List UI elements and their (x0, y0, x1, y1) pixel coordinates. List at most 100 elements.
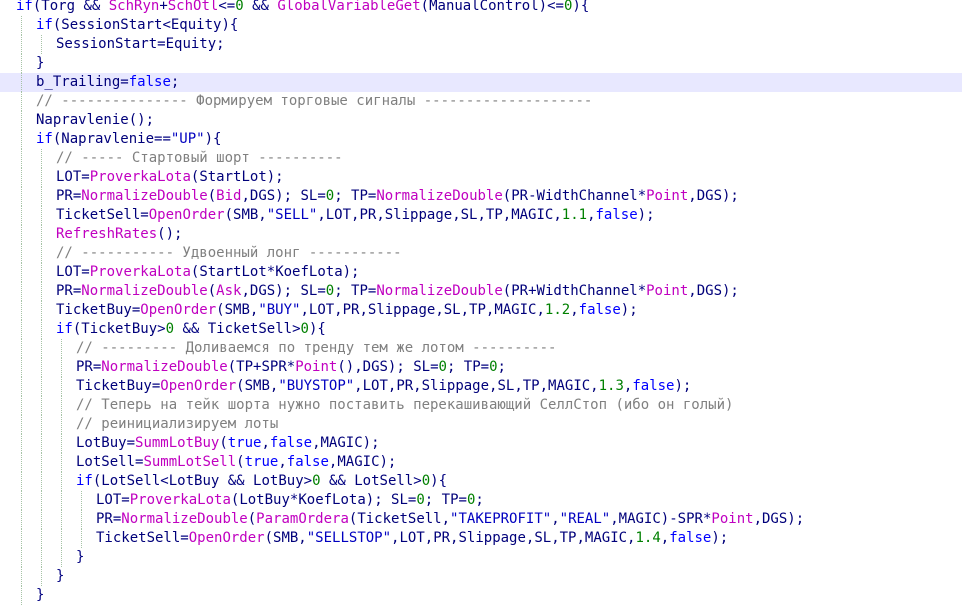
code-token: 0 (438, 359, 447, 375)
code-token: true (227, 435, 262, 451)
code-text: SessionStart=Equity; (56, 35, 225, 54)
code-line[interactable]: } (0, 586, 962, 605)
code-line[interactable]: } (0, 548, 962, 567)
code-line[interactable]: LotBuy=SummLotBuy(true,false,MAGIC); (0, 434, 962, 453)
code-line[interactable]: if(TicketBuy>0 && TicketSell>0){ (0, 320, 962, 339)
code-token: Ask (216, 283, 242, 299)
code-token: { (580, 0, 590, 14)
code-line[interactable]: LOT=ProverkaLota(StartLot*KoefLota); (0, 263, 962, 282)
code-token: , (587, 207, 596, 223)
code-token: ,MAGIC); (328, 454, 397, 470)
code-token: - (528, 188, 537, 204)
code-text: // --------- Доливаемся по тренду тем же… (76, 339, 556, 358)
code-text: PR=NormalizeDouble(ParamOrdera(TicketSel… (96, 510, 804, 529)
code-token: LotSell (76, 454, 136, 470)
code-line[interactable]: TicketBuy=OpenOrder(SMB,"BUYSTOP",LOT,PR… (0, 377, 962, 396)
code-line[interactable]: LOT=ProverkaLota(LotBuy*KoefLota); SL=0;… (0, 491, 962, 510)
code-token: + (159, 0, 168, 14)
indent-guide (21, 225, 22, 244)
code-token: WidthChannel (536, 283, 638, 299)
indent-guide (21, 92, 22, 111)
code-line[interactable]: } (0, 567, 962, 586)
code-line[interactable]: // --------- Доливаемся по тренду тем же… (0, 339, 962, 358)
code-token: "SELLSTOP" (306, 530, 392, 546)
code-token: // реинициализируем лоты (76, 416, 279, 432)
code-token: ,DGS); SL (241, 188, 318, 204)
indent-guide (41, 339, 42, 358)
indent-guide (41, 434, 42, 453)
code-token: (); (157, 226, 183, 242)
code-token: WidthChannel (536, 188, 638, 204)
code-token: Point (646, 188, 689, 204)
code-text: } (76, 548, 84, 567)
code-line[interactable]: if(Torg && SchRyn+SchOtl<=0 && GlobalVar… (0, 0, 962, 16)
code-token: (ManualControl) (420, 0, 548, 14)
code-token: RefreshRates (56, 226, 158, 242)
indent-guide (21, 415, 22, 434)
code-line[interactable]: PR=NormalizeDouble(Bid,DGS); SL=0; TP=No… (0, 187, 962, 206)
code-line[interactable]: // ----------- Удвоенный лонг ----------… (0, 244, 962, 263)
code-token: ProverkaLota (129, 492, 231, 508)
code-token: Napravlenie(); (36, 112, 155, 128)
code-token: SummLotSell (143, 454, 237, 470)
code-text: LOT=ProverkaLota(StartLot*KoefLota); (56, 263, 359, 282)
code-line[interactable]: Napravlenie(); (0, 111, 962, 130)
code-line[interactable]: PR=NormalizeDouble(TP+SPR*Point(),DGS); … (0, 358, 962, 377)
code-token: 0 (235, 0, 244, 14)
code-text: if(TicketBuy>0 && TicketSell>0){ (56, 320, 326, 339)
code-line[interactable]: if(SessionStart<Equity){ (0, 16, 962, 35)
code-token: (StartLot (190, 264, 267, 280)
code-line[interactable]: RefreshRates(); (0, 225, 962, 244)
code-text: TicketBuy=OpenOrder(SMB,"BUYSTOP",LOT,PR… (76, 377, 691, 396)
indent-guide (61, 472, 62, 491)
indent-guide (41, 320, 42, 339)
code-line[interactable]: SessionStart=Equity; (0, 35, 962, 54)
code-token: ); (620, 302, 638, 318)
code-line[interactable]: TicketSell=OpenOrder(SMB,"SELLSTOP",LOT,… (0, 529, 962, 548)
code-token: false (578, 302, 621, 318)
indent-guide (21, 130, 22, 149)
code-token: ,MAGIC); (312, 435, 380, 451)
code-line[interactable]: } (0, 54, 962, 73)
code-token: 1.2 (544, 302, 571, 318)
code-line[interactable]: // реинициализируем лоты (0, 415, 962, 434)
code-token: } (36, 55, 45, 71)
indent-guide (41, 206, 42, 225)
code-token: ) (204, 131, 214, 147)
code-text: TicketBuy=OpenOrder(SMB,"BUY",LOT,PR,Sli… (56, 301, 638, 320)
code-token: TicketBuy (76, 378, 152, 394)
code-token: if (16, 0, 33, 14)
code-token: ( (207, 188, 217, 204)
code-line[interactable]: LotSell=SummLotSell(true,false,MAGIC); (0, 453, 962, 472)
indent-guide (21, 187, 22, 206)
code-line[interactable]: if(Napravlenie=="UP"){ (0, 130, 962, 149)
code-line[interactable]: TicketSell=OpenOrder(SMB,"SELL",LOT,PR,S… (0, 206, 962, 225)
code-token: SessionStart (56, 36, 158, 52)
code-line[interactable]: if(LotSell<LotBuy && LotBuy>0 && LotSell… (0, 472, 962, 491)
code-line[interactable]: // --------------- Формируем торговые си… (0, 92, 962, 111)
code-token: ParamOrdera (256, 511, 349, 527)
code-editor[interactable]: if(Torg && SchRyn+SchOtl<=0 && GlobalVar… (0, 0, 962, 605)
code-line[interactable]: // ----- Стартовый шорт ---------- (0, 149, 962, 168)
code-line[interactable]: b_Trailing=false; (0, 73, 962, 92)
code-token: = (126, 435, 136, 451)
code-token: ,MAGIC) (610, 511, 670, 527)
code-line[interactable]: // Теперь на тейк шорта нужно поставить … (0, 396, 962, 415)
code-text: PR=NormalizeDouble(TP+SPR*Point(),DGS); … (76, 358, 506, 377)
code-line[interactable]: PR=NormalizeDouble(ParamOrdera(TicketSel… (0, 510, 962, 529)
code-line[interactable]: LOT=ProverkaLota(StartLot); (0, 168, 962, 187)
code-token: LotSell (354, 473, 414, 489)
code-line[interactable]: PR=NormalizeDouble(Ask,DGS); SL=0; TP=No… (0, 282, 962, 301)
code-token: PR (56, 283, 73, 299)
code-token: ; TP (334, 188, 368, 204)
code-text: // Теперь на тейк шорта нужно поставить … (76, 396, 733, 415)
code-token: (SMB, (216, 302, 259, 318)
code-token: OpenOrder (140, 302, 217, 318)
code-token: { (213, 131, 222, 147)
indent-guide (41, 149, 42, 168)
code-token: NormalizeDouble (81, 188, 208, 204)
code-line[interactable]: TicketBuy=OpenOrder(SMB,"BUY",LOT,PR,Sli… (0, 301, 962, 320)
indent-guide (61, 377, 62, 396)
code-token: 1.1 (561, 207, 588, 223)
